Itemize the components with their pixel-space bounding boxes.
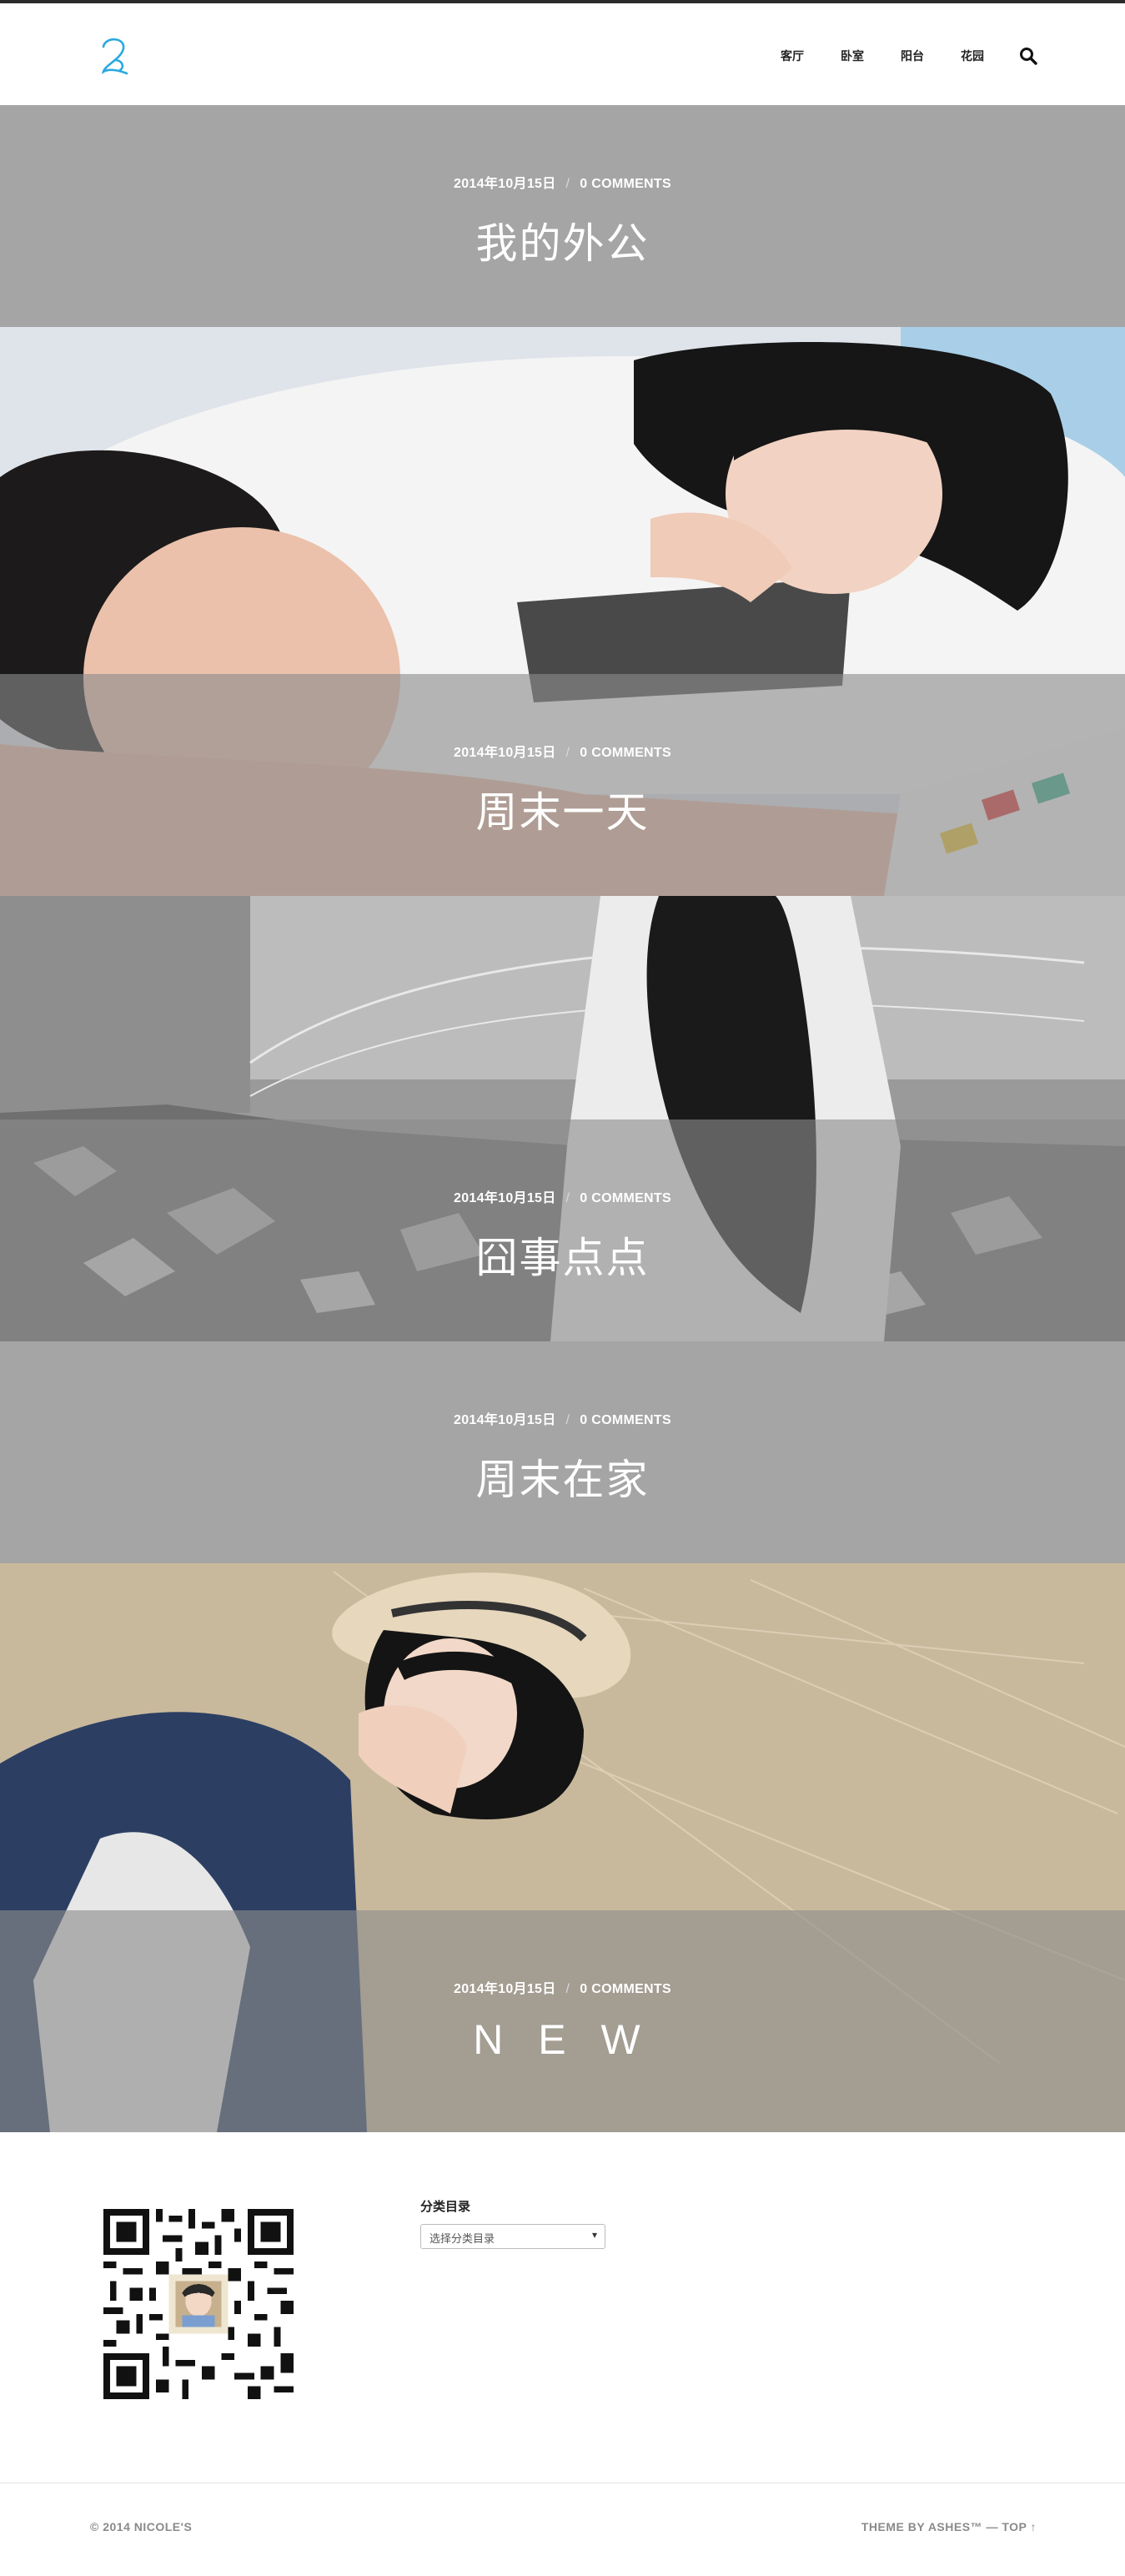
post-meta: 2014年10月15日/0 COMMENTS	[454, 746, 671, 760]
post-meta: 2014年10月15日/0 COMMENTS	[454, 1413, 671, 1427]
post-item: 2014年10月15日/0 COMMENTS 周末在家	[0, 1341, 1125, 1563]
post-title[interactable]: 我的外公	[476, 210, 650, 270]
theme-credit-text: THEME BY ASHES™ —	[861, 2520, 1002, 2533]
post-title-band[interactable]: 2014年10月15日/0 COMMENTS 囧事点点	[0, 1119, 1125, 1341]
nav-item-balcony[interactable]: 阳台	[901, 48, 924, 64]
post-date[interactable]: 2014年10月15日	[454, 177, 556, 191]
post-date[interactable]: 2014年10月15日	[454, 1982, 556, 1996]
chevron-down-icon: ▾	[591, 2229, 597, 2241]
copyright-text: © 2014 NICOLE'S	[90, 2520, 193, 2533]
qr-code	[103, 2209, 294, 2399]
nav-item-bedroom[interactable]: 卧室	[841, 48, 864, 64]
post-meta: 2014年10月15日/0 COMMENTS	[454, 1191, 671, 1205]
categories-select[interactable]: 选择分类目录 ▾	[420, 2224, 605, 2249]
post-title-band[interactable]: 2014年10月15日/0 COMMENTS 我的外公	[0, 105, 1125, 327]
search-icon[interactable]	[1019, 47, 1037, 65]
post-title-band[interactable]: 2014年10月15日/0 COMMENTS 周末在家	[0, 1341, 1125, 1563]
post-date[interactable]: 2014年10月15日	[454, 746, 556, 760]
post-date[interactable]: 2014年10月15日	[454, 1191, 556, 1205]
page: 客厅 卧室 阳台 花园 2014年10月15日/0 COMMENTS 我的外公	[0, 0, 1125, 2576]
post-title-band[interactable]: 2014年10月15日/0 COMMENTS 周末一天	[0, 674, 1125, 896]
post-title-band[interactable]: 2014年10月15日/0 COMMENTS N E W	[0, 1910, 1125, 2132]
nav-item-living-room[interactable]: 客厅	[781, 48, 804, 64]
post-comments-link[interactable]: 0 COMMENTS	[580, 1982, 671, 1996]
site-footer: © 2014 NICOLE'S THEME BY ASHES™ — TOP ↑	[0, 2483, 1125, 2566]
main-nav: 客厅 卧室 阳台 花园	[744, 47, 1037, 65]
site-header: 客厅 卧室 阳台 花园	[0, 3, 1125, 105]
post-comments-link[interactable]: 0 COMMENTS	[580, 177, 671, 191]
post-title[interactable]: 周末一天	[476, 779, 650, 839]
post-title[interactable]: N E W	[473, 2015, 651, 2064]
post-date[interactable]: 2014年10月15日	[454, 1413, 556, 1427]
post-title[interactable]: 周末在家	[476, 1446, 650, 1507]
post-item: 2014年10月15日/0 COMMENTS N E W	[0, 1563, 1125, 2132]
post-comments-link[interactable]: 0 COMMENTS	[580, 1413, 671, 1427]
post-comments-link[interactable]: 0 COMMENTS	[580, 1191, 671, 1205]
site-logo[interactable]	[97, 35, 133, 77]
post-comments-link[interactable]: 0 COMMENTS	[580, 746, 671, 760]
post-item: 2014年10月15日/0 COMMENTS 我的外公	[0, 105, 1125, 327]
post-meta: 2014年10月15日/0 COMMENTS	[454, 1982, 671, 1996]
back-to-top-link[interactable]: TOP ↑	[1002, 2520, 1037, 2533]
categories-title: 分类目录	[420, 2199, 471, 2214]
categories-select-value: 选择分类目录	[429, 2233, 495, 2246]
nav-item-garden[interactable]: 花园	[961, 48, 984, 64]
post-title[interactable]: 囧事点点	[476, 1225, 650, 1285]
theme-credit: THEME BY ASHES™ — TOP ↑	[861, 2520, 1037, 2533]
post-item: 2014年10月15日/0 COMMENTS 囧事点点	[0, 896, 1125, 1341]
widget-area: 分类目录 选择分类目录 ▾	[0, 2132, 1125, 2483]
post-meta: 2014年10月15日/0 COMMENTS	[454, 177, 671, 191]
post-item: 2014年10月15日/0 COMMENTS 周末一天	[0, 327, 1125, 896]
